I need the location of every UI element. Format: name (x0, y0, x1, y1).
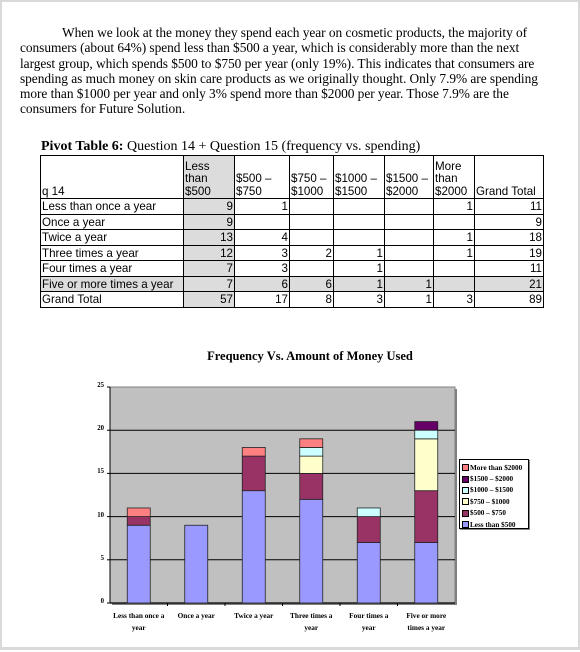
x-tick-label-line: Three times a (290, 611, 333, 620)
legend-label: More than $2000 (470, 463, 523, 472)
bar-segment (241, 455, 266, 492)
bar-segment (299, 498, 324, 604)
bar-segment (241, 490, 266, 604)
legend-swatch (462, 498, 469, 506)
bar-segment (241, 447, 266, 457)
legend-item: More than $2000 (462, 462, 527, 473)
legend-label: $500 – $750 (470, 509, 506, 518)
legend-label: $750 – $1000 (470, 497, 510, 506)
x-tick-label-line: Five or more (406, 611, 447, 620)
x-tick-label-line: Four times a (349, 611, 389, 620)
plot-area (109, 386, 456, 604)
legend-swatch (462, 521, 469, 529)
x-tick-label: Once a year (164, 610, 228, 622)
x-tick-label-line: year (131, 622, 146, 632)
legend-item: Less than $500 (462, 519, 527, 530)
x-tick-label-line: Twice a year (234, 611, 274, 620)
x-tick-label-line: Less than once a (113, 611, 165, 620)
legend-swatch (462, 464, 469, 472)
legend-item: $1000 – $1500 (462, 485, 527, 496)
y-tick-label: 5 (100, 554, 104, 562)
legend-swatch (462, 475, 469, 483)
legend-label: Less than $500 (470, 520, 516, 529)
bar-segment (299, 455, 324, 474)
bar-segment (356, 507, 381, 517)
bar-segment (414, 421, 439, 431)
bar-segment (126, 507, 151, 517)
y-tick-label: 15 (97, 468, 104, 476)
chart-legend: More than $2000 $1500 – $2000 $1000 – $150… (459, 459, 529, 529)
x-tick-label-line: year (361, 622, 376, 632)
x-tick-label: Five or more times a year (394, 610, 458, 633)
bar-segment (126, 516, 151, 526)
x-tick-label: Three times a year (279, 610, 343, 633)
legend-item: $500 – $750 (462, 508, 527, 519)
x-tick-label: Less than once a year (107, 610, 171, 633)
y-tick-label: 0 (100, 598, 104, 605)
bar-segment (184, 524, 209, 604)
x-tick-label-line: Once a year (177, 611, 215, 620)
bar-segment (414, 542, 439, 604)
bar-segment (356, 542, 381, 604)
legend-swatch (462, 509, 469, 517)
bar-segment (414, 429, 439, 440)
bar-segment (126, 524, 151, 604)
x-tick-label: Twice a year (222, 610, 286, 622)
legend-label: $1000 – $1500 (470, 486, 514, 495)
x-tick-label-line: times a year (407, 622, 446, 632)
bar-segment (414, 490, 439, 543)
y-tick-label: 20 (97, 425, 104, 433)
bar-segment (299, 472, 324, 500)
legend-label: $1500 – $2000 (470, 475, 514, 484)
legend-swatch (462, 486, 469, 494)
bar-segment (299, 447, 324, 457)
x-tick-label: Four times a year (337, 610, 401, 633)
bar-segment (299, 438, 324, 448)
legend-item: $750 – $1000 (462, 496, 527, 507)
y-tick-label: 10 (97, 511, 104, 519)
legend-item: $1500 – $2000 (462, 473, 527, 484)
bar-segment (356, 516, 381, 543)
x-tick-label-line: year (304, 622, 319, 632)
y-tick-label: 25 (97, 382, 104, 389)
bar-segment (414, 438, 439, 492)
